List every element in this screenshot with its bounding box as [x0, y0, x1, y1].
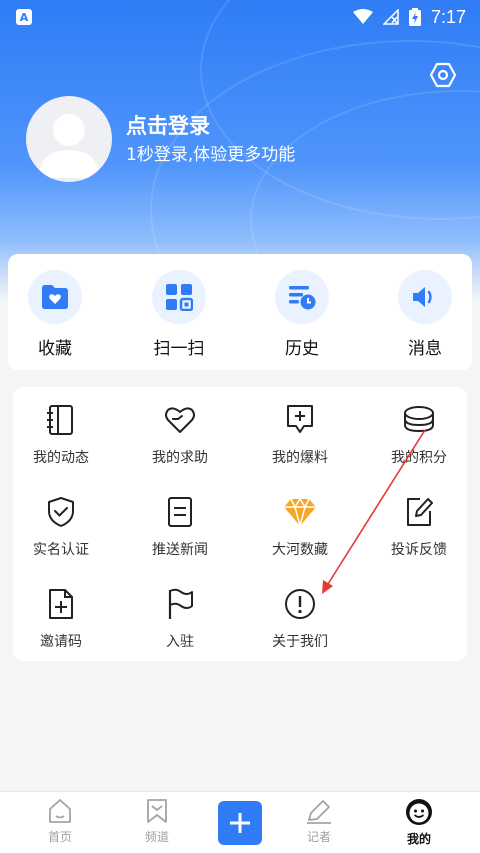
tab-label: 我的 — [406, 832, 431, 846]
feature-grid-card: 我的动态 我的求助 我的爆料 我的积分 实名认证 推送新闻 大河数藏 投诉反馈 … — [13, 387, 467, 661]
quick-action-history[interactable]: 历史 — [257, 270, 347, 359]
quick-action-icon-bg — [152, 270, 206, 324]
grid-item-feedback[interactable]: 投诉反馈 — [364, 495, 474, 559]
grid-item-invite-code[interactable]: 邀请码 — [6, 587, 116, 651]
tab-label: 首页 — [47, 830, 72, 844]
quick-action-label: 收藏 — [38, 339, 72, 359]
default-avatar-icon — [38, 114, 100, 178]
tab-mine[interactable]: 我的 — [371, 798, 467, 847]
info-circle-icon — [285, 589, 315, 619]
tab-home[interactable]: 首页 — [12, 798, 108, 845]
quick-action-favorites[interactable]: 收藏 — [10, 270, 100, 359]
grid-item-label: 我的爆料 — [272, 450, 328, 466]
login-subtitle: 1秒登录,体验更多功能 — [126, 145, 296, 165]
tab-label: 记者 — [306, 830, 331, 844]
grid-item-join[interactable]: 入驻 — [125, 587, 235, 651]
publish-button[interactable] — [218, 801, 262, 845]
scan-icon — [166, 284, 193, 311]
wifi-icon — [352, 9, 373, 24]
grid-item-label: 邀请码 — [40, 634, 82, 650]
grid-item-label: 投诉反馈 — [391, 542, 447, 558]
app-notification-icon: A — [16, 9, 32, 25]
status-time: 7:17 — [430, 6, 466, 27]
quick-action-label: 历史 — [285, 339, 319, 359]
coins-icon — [404, 406, 434, 433]
grid-item-label: 实名认证 — [33, 542, 89, 558]
grid-item-my-points[interactable]: 我的积分 — [364, 403, 474, 467]
avatar[interactable] — [26, 96, 112, 182]
heart-hand-icon — [165, 407, 195, 433]
grid-item-about-us[interactable]: 关于我们 — [245, 587, 355, 651]
battery-charging-icon — [408, 8, 421, 26]
grid-item-my-tips[interactable]: 我的爆料 — [245, 403, 355, 467]
grid-item-label: 推送新闻 — [152, 542, 208, 558]
smiley-icon — [406, 799, 432, 825]
quick-action-icon-bg — [28, 270, 82, 324]
speaker-icon — [413, 287, 432, 307]
settings-hexagon-icon — [430, 62, 456, 88]
quick-action-label: 消息 — [408, 339, 442, 359]
history-icon — [289, 286, 316, 310]
grid-item-digital-collection[interactable]: 大河数藏 — [245, 495, 355, 559]
quick-action-icon-bg — [275, 270, 329, 324]
quick-actions-card: 收藏 扫一扫 历史 消息 — [8, 254, 472, 370]
tab-reporters[interactable]: 记者 — [271, 798, 367, 845]
bottom-tab-bar: 首页 频道 记者 我的 — [0, 791, 480, 853]
home-icon — [49, 799, 71, 823]
plus-icon — [230, 813, 250, 833]
folder-heart-icon — [42, 285, 68, 309]
edit-square-icon — [407, 498, 433, 526]
grid-item-label: 入驻 — [166, 634, 194, 650]
quick-action-messages[interactable]: 消息 — [380, 270, 470, 359]
grid-item-label: 我的求助 — [152, 450, 208, 466]
grid-item-label: 我的动态 — [33, 450, 89, 466]
diamond-icon — [284, 497, 316, 527]
status-bar: A 7:17 — [0, 0, 480, 34]
tab-channels[interactable]: 频道 — [109, 798, 205, 845]
grid-item-my-help[interactable]: 我的求助 — [125, 403, 235, 467]
bookmark-icon — [147, 799, 167, 823]
flag-icon — [168, 588, 193, 619]
grid-item-push-news[interactable]: 推送新闻 — [125, 495, 235, 559]
shield-check-icon — [48, 497, 74, 527]
quick-action-icon-bg — [398, 270, 452, 324]
grid-item-label: 大河数藏 — [272, 542, 328, 558]
grid-item-my-posts[interactable]: 我的动态 — [6, 403, 116, 467]
grid-item-verification[interactable]: 实名认证 — [6, 495, 116, 559]
tab-label: 频道 — [144, 830, 169, 844]
file-plus-icon — [49, 589, 73, 619]
settings-button[interactable] — [428, 60, 458, 90]
signal-off-icon — [382, 9, 399, 25]
login-title[interactable]: 点击登录 — [126, 110, 210, 140]
message-plus-icon — [287, 405, 313, 433]
grid-item-label: 我的积分 — [391, 450, 447, 466]
document-icon — [168, 497, 192, 527]
quick-action-scan[interactable]: 扫一扫 — [134, 270, 224, 359]
notebook-icon — [47, 405, 73, 435]
quick-action-label: 扫一扫 — [153, 339, 205, 359]
grid-item-label: 关于我们 — [272, 634, 328, 650]
pen-icon — [307, 800, 331, 824]
